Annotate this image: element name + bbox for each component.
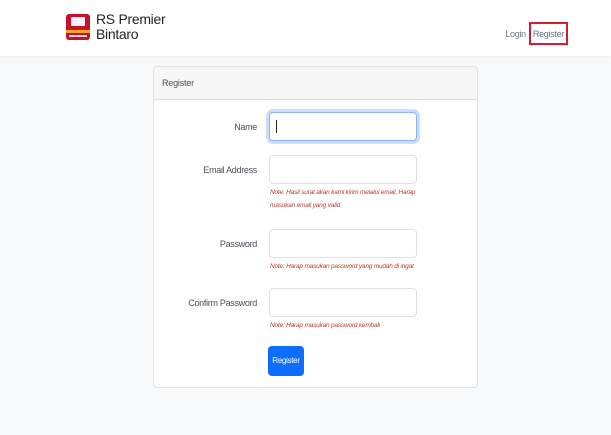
password-input[interactable] — [269, 229, 417, 258]
hospital-logo-icon — [66, 14, 90, 40]
register-button[interactable]: Register — [268, 346, 304, 376]
email-input[interactable] — [269, 155, 417, 184]
confirm-password-input[interactable] — [269, 288, 417, 317]
name-input[interactable] — [269, 112, 417, 141]
login-link[interactable]: Login — [505, 29, 526, 39]
register-card: Register Name Email Address Note: Hasil … — [153, 66, 478, 388]
text-caret — [276, 120, 277, 133]
password-label: Password — [219, 239, 257, 249]
name-label: Name — [234, 122, 257, 132]
card-header: Register — [154, 67, 477, 100]
email-note: Note: Hasil surat akan kami kirim melalu… — [270, 189, 416, 209]
register-link[interactable]: Register — [528, 22, 568, 45]
password-note: Note: Harap masukan password yang mudah … — [270, 263, 414, 270]
confirm-password-note: Note: Harap masukan password kembali — [270, 322, 380, 329]
navbar: RS Premier Bintaro Login Register — [0, 0, 611, 56]
brand-line2: Bintaro — [96, 26, 139, 42]
brand-line1: RS Premier — [96, 11, 166, 27]
brand-link[interactable]: RS Premier Bintaro — [66, 11, 166, 42]
email-label: Email Address — [203, 165, 257, 175]
confirm-password-label: Confirm Password — [188, 298, 257, 308]
brand-name: RS Premier Bintaro — [96, 11, 166, 42]
nav-links: Login Register — [505, 22, 568, 45]
